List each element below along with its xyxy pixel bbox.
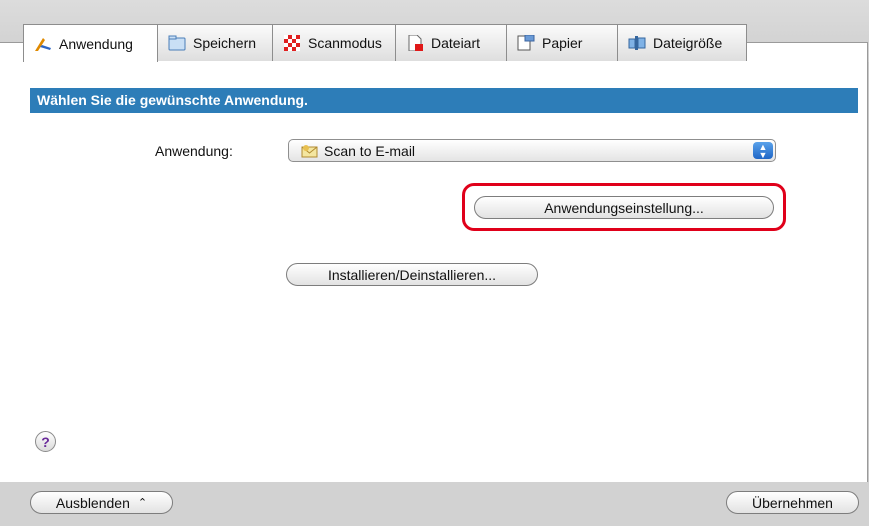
apply-button[interactable]: Übernehmen [726, 491, 859, 514]
hide-button[interactable]: Ausblenden ⌃ [30, 491, 173, 514]
tab-dateigroesse[interactable]: Dateigröße [617, 24, 747, 61]
instruction-header: Wählen Sie die gewünschte Anwendung. [30, 88, 858, 113]
tab-label: Scanmodus [308, 35, 382, 51]
tab-label: Papier [542, 35, 583, 51]
tab-label: Dateigröße [653, 35, 723, 51]
folder-icon [168, 35, 186, 51]
application-settings-button[interactable]: Anwendungseinstellung... [474, 196, 774, 219]
tab-bar: Anwendung Speichern Scanmodus Dateiart P… [23, 24, 747, 62]
help-icon[interactable]: ? [35, 431, 56, 452]
select-arrows-icon: ▲ ▼ [753, 142, 773, 160]
tab-dateiart[interactable]: Dateiart [395, 24, 507, 61]
tab-label: Dateiart [431, 35, 481, 51]
install-uninstall-button[interactable]: Installieren/Deinstallieren... [286, 263, 538, 286]
app-pen-icon [34, 36, 52, 52]
tab-speichern[interactable]: Speichern [157, 24, 273, 61]
email-app-icon [301, 144, 319, 158]
tab-label: Speichern [193, 35, 257, 51]
application-select[interactable]: Scan to E-mail ▲ ▼ [288, 139, 776, 162]
tab-papier[interactable]: Papier [506, 24, 618, 61]
tab-scanmodus[interactable]: Scanmodus [272, 24, 396, 61]
chevron-up-icon: ⌃ [137, 497, 148, 509]
paper-icon [517, 34, 535, 51]
document-icon [406, 34, 424, 52]
hide-button-label: Ausblenden [55, 494, 130, 511]
tab-label: Anwendung [59, 35, 133, 52]
filesize-icon [628, 35, 646, 51]
application-select-value: Scan to E-mail [324, 142, 416, 159]
tab-anwendung[interactable]: Anwendung [23, 24, 158, 62]
checker-icon [283, 35, 301, 51]
application-label: Anwendung: [155, 143, 233, 159]
